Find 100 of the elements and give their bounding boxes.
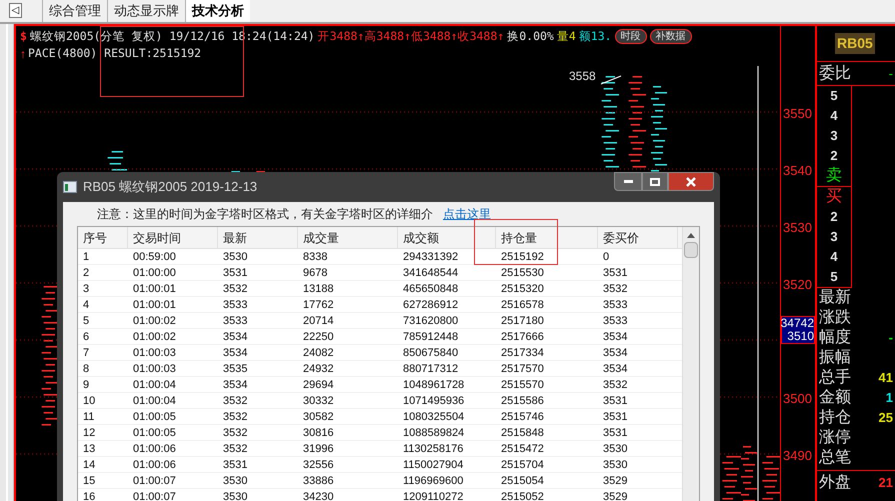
table-cell-text: 2515530 bbox=[500, 266, 545, 280]
buy-label: 买 bbox=[825, 187, 843, 207]
close-button[interactable] bbox=[668, 172, 714, 191]
column-header[interactable]: 成交额 bbox=[398, 227, 496, 248]
table-cell-text: 3532 bbox=[222, 394, 248, 408]
table-cell-text: 24082 bbox=[302, 346, 335, 360]
toolbar-button[interactable]: 时段 bbox=[614, 29, 647, 44]
table-cell-text: 12 bbox=[82, 426, 96, 440]
sell-level: 3 bbox=[829, 127, 839, 145]
stat-label: 持仓 bbox=[819, 408, 851, 428]
table-cell-text: 2515848 bbox=[500, 426, 545, 440]
table-cell-text: 3534 bbox=[602, 346, 628, 360]
peak-label: 3558 bbox=[569, 68, 596, 85]
table-cell-text: 2515192 bbox=[500, 250, 545, 264]
buy-level: 4 bbox=[829, 248, 839, 266]
table-cell-text: 1130258176 bbox=[402, 442, 464, 456]
price-label: 3540 bbox=[783, 162, 813, 180]
toolbar-button[interactable]: 补数据 bbox=[650, 29, 692, 44]
minimize-button[interactable] bbox=[614, 172, 642, 191]
table-cell-text: 341648544 bbox=[402, 266, 460, 280]
table-cell-text: 01:00:01 bbox=[132, 282, 177, 296]
stat-label: 振幅 bbox=[819, 348, 851, 368]
table-cell-text: 785912448 bbox=[402, 330, 460, 344]
table-cell-text: 3533 bbox=[602, 298, 628, 312]
table-cell-text: 01:00:02 bbox=[132, 330, 177, 344]
stat-label: 最新 bbox=[819, 288, 851, 308]
table-cell-text: 8 bbox=[82, 362, 90, 376]
column-header[interactable]: 最新 bbox=[218, 227, 298, 248]
order-ratio-value: - bbox=[888, 64, 893, 83]
table-cell-text: 30582 bbox=[302, 410, 335, 424]
table-cell-text: 10 bbox=[82, 394, 96, 408]
table-cell-text: 850675840 bbox=[402, 346, 460, 360]
notice-text: 注意：这里的时间为金字塔时区格式，有关金字塔时区的详细介 bbox=[97, 206, 433, 223]
table-cell-text: 30332 bbox=[302, 394, 335, 408]
table-cell-text: 2517570 bbox=[500, 362, 545, 376]
scroll-left-button[interactable]: ◁ bbox=[9, 3, 22, 18]
table-cell-text: 14 bbox=[82, 458, 96, 472]
table-cell-text: 3529 bbox=[602, 474, 628, 488]
table-cell-text: 294331392 bbox=[402, 250, 460, 264]
table-cell-text: 3531 bbox=[222, 458, 248, 472]
table-cell-text: 1150027904 bbox=[402, 458, 464, 472]
column-header[interactable]: 持仓量 bbox=[496, 227, 598, 248]
cursor-value: 3510 bbox=[787, 330, 814, 343]
table-cell-text: 01:00:04 bbox=[132, 378, 177, 392]
table-cell-text: 01:00:00 bbox=[132, 266, 177, 280]
table-cell-text: 3532 bbox=[602, 378, 628, 392]
order-ratio-label: 委比 bbox=[819, 64, 851, 84]
table-cell-text: 01:00:05 bbox=[132, 426, 177, 440]
tab[interactable]: 技术分析 bbox=[185, 0, 250, 22]
table-cell-text: 01:00:06 bbox=[132, 442, 177, 456]
table-cell-text: 13188 bbox=[302, 282, 335, 296]
maximize-button[interactable] bbox=[642, 172, 668, 191]
stat-value: 25 bbox=[878, 409, 893, 428]
table-cell-text: 3534 bbox=[602, 362, 628, 376]
table-cell-text: 3529 bbox=[602, 490, 628, 501]
table-cell-text: 6 bbox=[82, 330, 90, 344]
stat-label: 涨跌 bbox=[819, 308, 851, 328]
price-label: 3550 bbox=[783, 105, 813, 123]
table-cell-text: 2517666 bbox=[500, 330, 545, 344]
table-cell-text: 3534 bbox=[222, 378, 248, 392]
column-header[interactable]: 序号 bbox=[78, 227, 128, 248]
table-cell-text: 3531 bbox=[222, 266, 248, 280]
price-label: 3490 bbox=[783, 447, 813, 465]
table-cell-text: 2517334 bbox=[500, 346, 545, 360]
table-cell-text: 1209110272 bbox=[402, 490, 464, 501]
table-cell-text: 731620800 bbox=[402, 314, 460, 328]
table-cell-text: 01:00:04 bbox=[132, 394, 177, 408]
window-title: RB05 螺纹钢2005 2019-12-13 bbox=[83, 178, 258, 196]
table-cell-text: 01:00:07 bbox=[132, 474, 177, 488]
quote-text: 额13. bbox=[578, 28, 612, 45]
table-cell-text: 2515052 bbox=[500, 490, 545, 501]
table-cell-text: 3530 bbox=[222, 250, 248, 264]
table-cell-text: 01:00:05 bbox=[132, 410, 177, 424]
table-cell-text: 3534 bbox=[222, 346, 248, 360]
scrollbar[interactable] bbox=[682, 227, 699, 501]
table-cell-text: 4 bbox=[82, 298, 90, 312]
quote-text: 量4 bbox=[556, 28, 576, 45]
table-cell-text: 2515054 bbox=[500, 474, 545, 488]
table-cell-text: 3532 bbox=[222, 282, 248, 296]
table-cell-text: 1 bbox=[82, 250, 90, 264]
sell-level: 5 bbox=[829, 87, 839, 105]
table-cell-text: 16 bbox=[82, 490, 96, 501]
table-cell-text: 20714 bbox=[302, 314, 335, 328]
table-cell-text: 3532 bbox=[222, 410, 248, 424]
table-cell-text: 00:59:00 bbox=[132, 250, 177, 264]
table-cell-text: 01:00:03 bbox=[132, 346, 177, 360]
column-header[interactable]: 委买价 bbox=[598, 227, 678, 248]
table-cell-text: 3535 bbox=[222, 362, 248, 376]
column-header[interactable]: 交易时间 bbox=[128, 227, 218, 248]
table-cell-text: 11 bbox=[82, 410, 96, 424]
table-cell-text: 3533 bbox=[222, 298, 248, 312]
sell-level: 4 bbox=[829, 107, 839, 125]
table-cell-text: 3533 bbox=[222, 314, 248, 328]
scroll-thumb[interactable] bbox=[684, 242, 698, 258]
table-cell-text: 1080325504 bbox=[402, 410, 466, 424]
column-header[interactable]: 成交量 bbox=[298, 227, 398, 248]
quote-text: 开3488↑高3488↑低3488↑收3488↑ bbox=[318, 28, 504, 45]
table-cell-text: 17762 bbox=[302, 298, 335, 312]
sell-label: 卖 bbox=[825, 166, 843, 186]
table-cell-text: 1071495936 bbox=[402, 394, 466, 408]
